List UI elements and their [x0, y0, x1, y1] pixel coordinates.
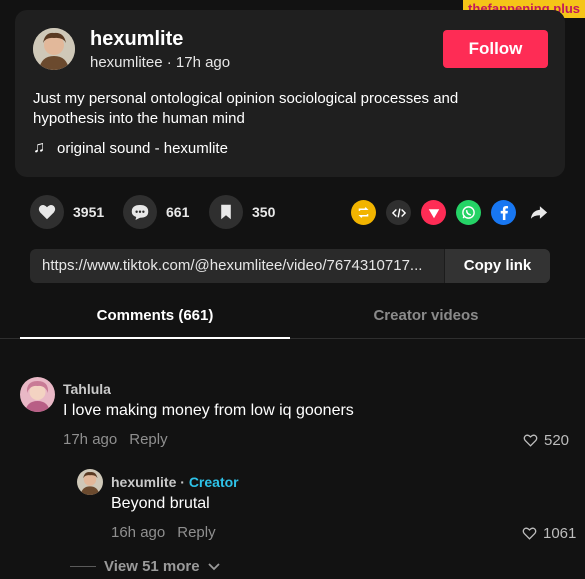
copy-link-button[interactable]: Copy link [444, 249, 550, 283]
heart-icon [30, 195, 64, 229]
post-time: 17h ago [175, 54, 231, 71]
share-arrow-icon[interactable] [526, 200, 551, 225]
author-avatar[interactable] [33, 28, 75, 70]
reply-button[interactable]: Reply [129, 431, 167, 448]
author-name[interactable]: hexumlite [90, 28, 183, 51]
actions-row: 3951 661 350 [30, 195, 560, 229]
facebook-icon[interactable] [491, 200, 516, 225]
like-action[interactable]: 3951 [30, 195, 104, 229]
reply-reply-button[interactable]: Reply [177, 524, 215, 541]
comment-username[interactable]: Tahlula [63, 381, 111, 397]
tabs: Comments (661) Creator videos [0, 296, 585, 339]
commenter-avatar[interactable] [20, 377, 55, 412]
bookmark-icon [209, 195, 243, 229]
save-action[interactable]: 350 [209, 195, 275, 229]
comment-like-count: 520 [544, 432, 570, 449]
post-card: hexumlite hexumlitee · 17h ago Follow Ju… [15, 10, 565, 177]
heart-outline-icon [522, 527, 537, 540]
embed-icon[interactable] [386, 200, 411, 225]
comment-time: 17h ago [63, 431, 118, 448]
post-caption: Just my personal ontological opinion soc… [33, 90, 459, 127]
reply-username[interactable]: hexumlite [111, 474, 176, 490]
comment-count: 661 [166, 204, 190, 220]
like-count: 3951 [73, 204, 105, 220]
tab-creator-videos[interactable]: Creator videos [291, 296, 561, 339]
heart-outline-icon [523, 434, 538, 447]
comment-like[interactable]: 520 [523, 432, 569, 449]
whatsapp-icon[interactable] [456, 200, 481, 225]
sound-label: original sound - hexumlite [57, 139, 228, 157]
author-meta: hexumlitee · 17h ago [90, 54, 230, 71]
share-link-bar: https://www.tiktok.com/@hexumlitee/video… [30, 249, 550, 283]
video-url[interactable]: https://www.tiktok.com/@hexumlitee/video… [42, 249, 442, 283]
tab-comments[interactable]: Comments (661) [20, 296, 290, 339]
reply-like-count: 1061 [543, 525, 577, 542]
reply-like[interactable]: 1061 [522, 525, 576, 542]
creator-badge: Creator [188, 474, 239, 490]
comment-bubble-icon [123, 195, 157, 229]
save-count: 350 [252, 204, 276, 220]
comment-text: I love making money from low iq gooners [63, 402, 354, 419]
chevron-down-icon [207, 562, 220, 570]
sound-link[interactable]: ♫ original sound - hexumlite [33, 139, 228, 157]
comment-action[interactable]: 661 [123, 195, 189, 229]
reply-username-row: hexumlite · Creator [111, 474, 239, 490]
view-more-label: View 51 more [104, 558, 200, 575]
send-icon[interactable] [421, 200, 446, 225]
reply-meta: 16h ago Reply [111, 524, 216, 541]
music-note-icon: ♫ [33, 139, 45, 156]
divider-line [70, 566, 96, 567]
comment-meta: 17h ago Reply [63, 431, 168, 448]
reply-separator: · [180, 474, 185, 490]
author-handle[interactable]: hexumlitee [90, 54, 163, 71]
reply-time: 16h ago [111, 524, 166, 541]
repost-icon[interactable] [351, 200, 376, 225]
reply-text: Beyond brutal [111, 495, 210, 512]
meta-separator: · [166, 54, 176, 71]
view-more-replies[interactable]: View 51 more [70, 558, 220, 575]
reply-avatar[interactable] [77, 469, 103, 495]
follow-button[interactable]: Follow [443, 30, 548, 68]
